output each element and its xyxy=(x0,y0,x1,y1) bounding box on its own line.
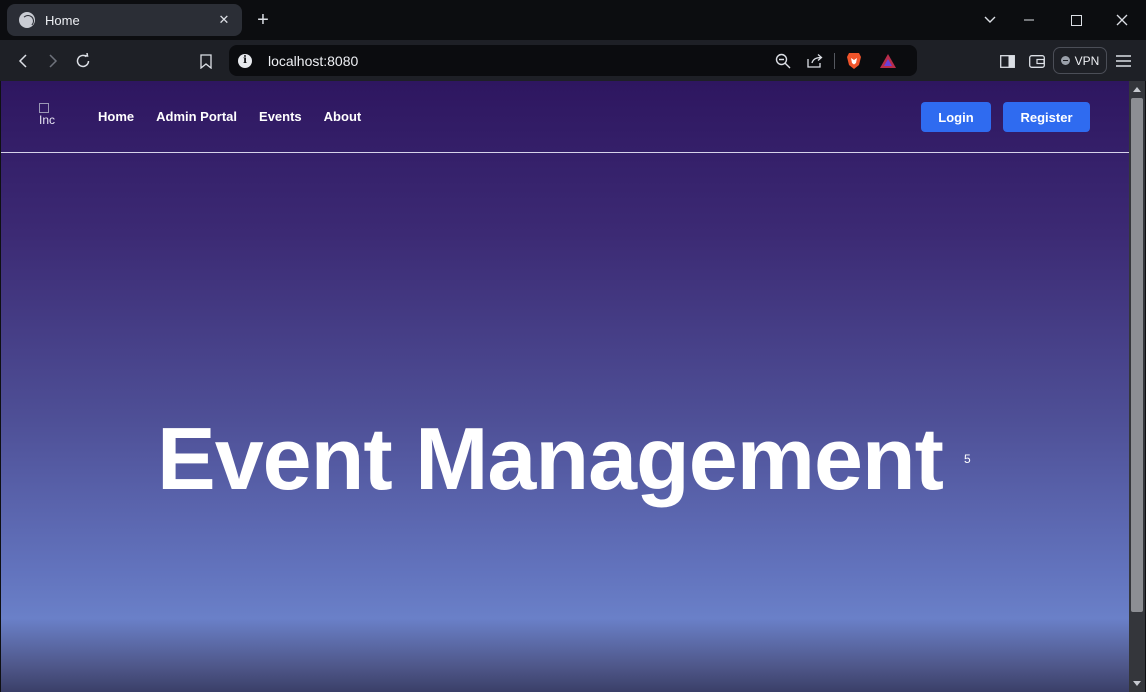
site-info-icon[interactable]: i xyxy=(238,53,252,68)
sidebar-icon[interactable] xyxy=(994,48,1020,74)
reload-icon[interactable] xyxy=(70,48,96,74)
nav-link-about[interactable]: About xyxy=(324,109,362,124)
forward-icon[interactable] xyxy=(40,48,66,74)
url-text[interactable]: localhost:8080 xyxy=(268,53,770,69)
broken-image-icon xyxy=(39,103,49,113)
vpn-label: VPN xyxy=(1074,53,1100,68)
hero-superscript: 5 xyxy=(964,452,971,466)
page-scrollbar[interactable] xyxy=(1129,81,1145,692)
vpn-button[interactable]: VPN xyxy=(1053,47,1107,74)
register-button[interactable]: Register xyxy=(1003,102,1090,132)
close-tab-icon[interactable]: ✕ xyxy=(216,12,232,28)
login-button[interactable]: Login xyxy=(921,102,991,132)
close-window-icon[interactable] xyxy=(1099,0,1145,40)
scroll-up-arrow-icon[interactable] xyxy=(1133,87,1141,92)
url-divider xyxy=(834,52,835,69)
tab-title: Home xyxy=(45,12,80,28)
brave-rewards-icon[interactable] xyxy=(875,48,901,74)
wallet-icon[interactable] xyxy=(1024,48,1050,74)
tab-strip: Home ✕ + xyxy=(0,0,1146,40)
address-bar[interactable]: i localhost:8080 xyxy=(229,45,917,76)
nav-link-admin-portal[interactable]: Admin Portal xyxy=(156,109,237,124)
share-icon[interactable] xyxy=(802,48,828,74)
new-tab-button[interactable]: + xyxy=(252,9,274,31)
nav-links: Home Admin Portal Events About xyxy=(98,109,361,124)
browser-tab[interactable]: Home ✕ xyxy=(7,4,242,36)
brave-shields-icon[interactable] xyxy=(841,48,867,74)
scroll-down-arrow-icon[interactable] xyxy=(1133,681,1141,686)
browser-toolbar: i localhost:8080 VPN xyxy=(0,40,1146,81)
page-viewport: Inc Home Admin Portal Events About Login… xyxy=(1,81,1129,692)
vpn-status-icon xyxy=(1060,56,1070,65)
back-icon[interactable] xyxy=(10,48,36,74)
globe-icon xyxy=(19,12,35,28)
maximize-icon[interactable] xyxy=(1053,0,1099,40)
bookmark-icon[interactable] xyxy=(193,48,219,74)
nav-link-events[interactable]: Events xyxy=(259,109,302,124)
site-navbar: Inc Home Admin Portal Events About Login… xyxy=(1,81,1129,153)
nav-link-home[interactable]: Home xyxy=(98,109,134,124)
scrollbar-thumb[interactable] xyxy=(1131,98,1143,612)
menu-icon[interactable] xyxy=(1110,48,1136,74)
hero-title: Event Management xyxy=(157,409,944,508)
site-logo[interactable]: Inc xyxy=(39,103,63,131)
minimize-icon[interactable] xyxy=(1006,0,1052,40)
zoom-icon[interactable] xyxy=(770,48,796,74)
logo-alt-text: Inc xyxy=(39,113,56,127)
